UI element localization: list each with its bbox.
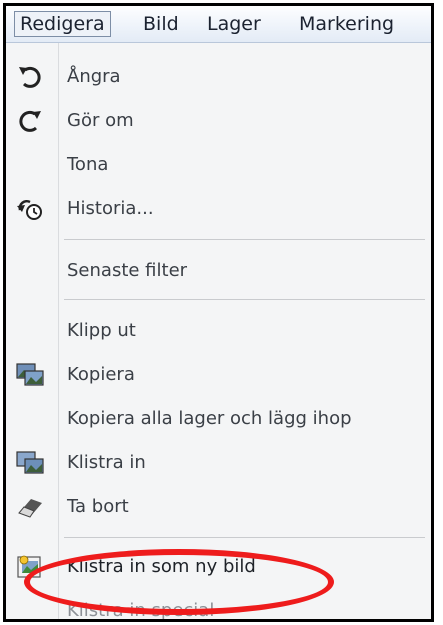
edit-dropdown-menu: Ångra Gör om Tona Historia... Senaste fi… (6, 43, 431, 621)
menu-lager[interactable]: Lager (207, 11, 261, 37)
redo-icon (19, 110, 41, 132)
history-icon (17, 199, 42, 220)
screenshot-frame: Redigera Bild Lager Markering Ångra Gör … (3, 3, 434, 622)
menu-item-label: Historia... (67, 198, 154, 219)
menu-item-copy-merged[interactable]: Kopiera alla lager och lägg ihop (6, 399, 431, 439)
menu-item-copy[interactable]: Kopiera (6, 355, 431, 395)
eraser-icon (18, 499, 42, 518)
paste-image-icon (16, 451, 44, 474)
menu-item-label: Klipp ut (67, 320, 136, 341)
menu-redigera[interactable]: Redigera (14, 11, 111, 37)
menu-item-paste[interactable]: Klistra in (6, 443, 431, 483)
menu-item-paste-as-new-image[interactable]: Klistra in som ny bild (6, 547, 431, 587)
menu-bild[interactable]: Bild (143, 11, 179, 37)
menu-item-label: Klistra in som ny bild (67, 556, 256, 577)
menu-markering[interactable]: Markering (299, 11, 394, 37)
menu-separator (64, 537, 425, 538)
menu-item-label: Ångra (67, 66, 121, 87)
menu-item-label: Tona (67, 154, 109, 175)
menu-item-history[interactable]: Historia... (6, 189, 431, 229)
menu-item-label: Senaste filter (67, 260, 188, 281)
undo-icon (19, 66, 41, 88)
menu-bar: Redigera Bild Lager Markering (6, 6, 431, 43)
menu-item-label: Kopiera (67, 364, 135, 385)
menu-item-label: Klistra in special (67, 600, 215, 621)
menu-item-paste-special[interactable]: Klistra in special (6, 591, 431, 621)
menu-item-delete[interactable]: Ta bort (6, 487, 431, 527)
menu-item-cut[interactable]: Klipp ut (6, 311, 431, 351)
menu-item-fade[interactable]: Tona (6, 145, 431, 185)
paste-as-new-image-icon (17, 555, 41, 578)
menu-item-label: Gör om (67, 110, 134, 131)
menu-item-label: Klistra in (67, 452, 146, 473)
copy-image-icon (16, 363, 44, 386)
menu-separator (64, 239, 425, 240)
menu-item-label: Kopiera alla lager och lägg ihop (67, 408, 352, 429)
menu-item-redo[interactable]: Gör om (6, 101, 431, 141)
menu-item-label: Ta bort (67, 496, 129, 517)
menu-separator (64, 299, 425, 300)
menu-item-last-filter[interactable]: Senaste filter (6, 251, 431, 291)
menu-item-undo[interactable]: Ångra (6, 57, 431, 97)
